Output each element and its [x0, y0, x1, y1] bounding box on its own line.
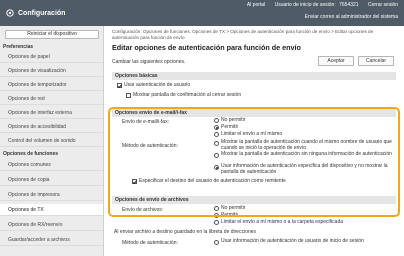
use-user-auth-label: Usar autenticación de usuario: [124, 82, 191, 88]
highlight-callout: [108, 107, 400, 217]
logout-link[interactable]: Cerrar sesión: [368, 2, 398, 8]
login-user-label: Usuario de inicio de sesión:: [274, 2, 336, 8]
file-auth-method-label: Método de autenticación:: [122, 240, 178, 246]
sidebar-item-store-access-files[interactable]: Guardar/acceder a archivos: [0, 234, 103, 246]
sidebar-group-function-options: Opciones de funciones: [3, 151, 59, 157]
settings-logo-icon: [6, 9, 14, 17]
use-user-auth-checkbox[interactable]: [117, 83, 122, 88]
file-send-limit-radio[interactable]: [214, 220, 219, 225]
portal-link[interactable]: Al portal: [247, 2, 265, 8]
sidebar-item-display[interactable]: Opciones de visualización: [0, 65, 103, 77]
breadcrumb: Configuración: Opciones de funciones: Op…: [112, 29, 374, 40]
app-title: Configuración: [18, 10, 66, 17]
change-instruction: Cambiar las siguientes opciones.: [112, 59, 186, 65]
cancel-button[interactable]: Cancelar: [358, 56, 394, 66]
sidebar-item-volume[interactable]: Control del volumen de sonido: [0, 135, 103, 147]
basic-options-header: Opciones básicas: [112, 72, 396, 80]
show-logout-confirm-label: Mostrar pantalla de confirmación al cerr…: [133, 92, 242, 98]
file-auth-login-info-label: Usar información de autenticación de usu…: [221, 238, 364, 244]
login-user-value: 7654321: [339, 2, 359, 8]
sidebar-item-accessibility[interactable]: Opciones de accesibilidad: [0, 121, 103, 133]
show-logout-confirm-checkbox[interactable]: [126, 93, 131, 98]
accept-button[interactable]: Aceptar: [318, 56, 354, 66]
sidebar-item-printer[interactable]: Opciones de impresora: [0, 189, 103, 201]
sidebar-item-paper[interactable]: Opciones de papel: [0, 51, 103, 63]
sidebar-item-network[interactable]: Opciones de red: [0, 93, 103, 105]
sidebar-item-timer[interactable]: Opciones de temporizador: [0, 79, 103, 91]
file-auth-login-info-radio[interactable]: [214, 240, 219, 245]
sidebar-item-tx[interactable]: Opciones de TX: [0, 204, 103, 216]
sidebar-item-rx-forward[interactable]: Opciones de RX/reenvío: [0, 219, 103, 231]
sidebar-item-common[interactable]: Opciones comunes: [0, 159, 103, 171]
email-admin-link[interactable]: Enviar correo al administrador del siste…: [305, 14, 398, 20]
sidebar-item-external-interface[interactable]: Opciones de interfaz externa: [0, 107, 103, 119]
top-bar: Configuración Al portal Usuario de inici…: [0, 0, 404, 26]
sidebar-item-copy[interactable]: Opciones de copia: [0, 174, 103, 186]
page-title: Editar opciones de autenticación para fu…: [112, 43, 301, 52]
top-links: Al portal Usuario de inicio de sesión: 7…: [239, 2, 398, 8]
reboot-device-button[interactable]: Reiniciar el dispositivo: [5, 30, 99, 39]
file-send-limit-label: Limitar el envío a mí mismo o a la carpe…: [221, 219, 343, 225]
sidebar-group-preferences: Preferencias: [3, 44, 34, 50]
sidebar: Reiniciar el dispositivo Preferencias Op…: [0, 26, 104, 256]
saved-destination-note: Al enviar archivo a destino guardado en …: [114, 229, 257, 235]
main-content: Configuración: Opciones de funciones: Op…: [104, 26, 404, 256]
